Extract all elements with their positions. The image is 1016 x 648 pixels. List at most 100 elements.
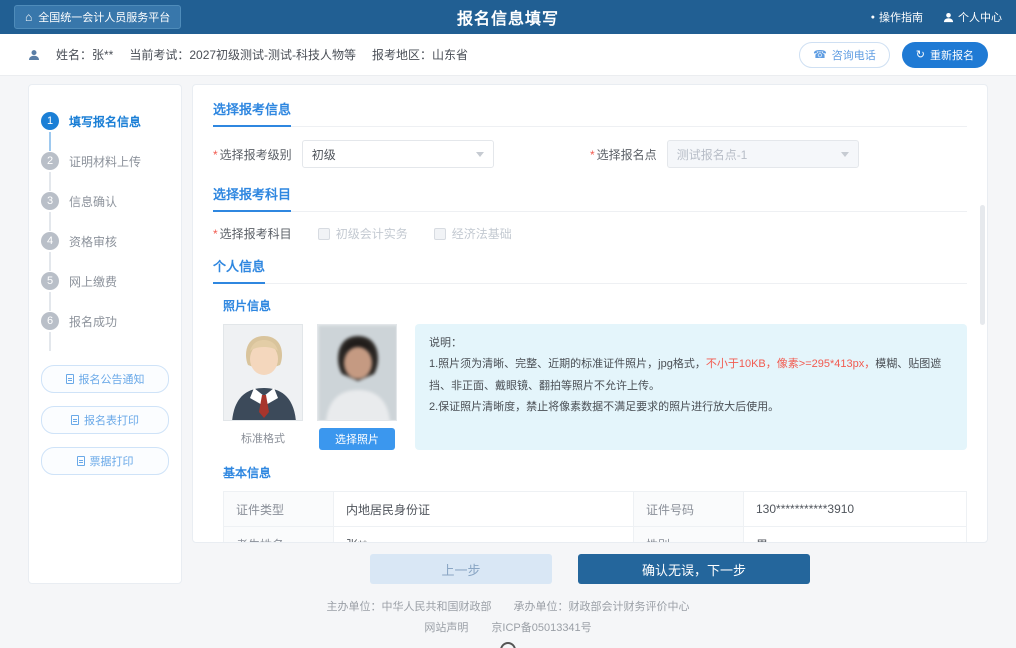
note-line-1: 1.照片须为清晰、完整、近期的标准证件照片，jpg格式，不小于10KB，像素>=… bbox=[429, 354, 953, 397]
personal-center-link[interactable]: 个人中心 bbox=[943, 9, 1002, 25]
steps-sidebar: 1 填写报名信息 2 证明材料上传 3 信息确认 4 资格审核 5 网上缴费 6… bbox=[28, 84, 182, 584]
uploaded-photo-preview bbox=[317, 324, 397, 421]
table-row: 证件类型 内地居民身份证 证件号码 130***********3910 bbox=[224, 492, 967, 527]
cell-value: 男 bbox=[744, 527, 967, 544]
step-number: 1 bbox=[41, 112, 59, 130]
basic-info-table: 证件类型 内地居民身份证 证件号码 130***********3910 考生姓… bbox=[223, 491, 967, 543]
exam-level-select[interactable]: 初级 bbox=[302, 140, 494, 168]
subject-option-1[interactable]: 初级会计实务 bbox=[318, 225, 408, 242]
content-area: 1 填写报名信息 2 证明材料上传 3 信息确认 4 资格审核 5 网上缴费 6… bbox=[0, 76, 1016, 584]
basic-info-subheader: 基本信息 bbox=[223, 464, 967, 481]
main-column: 选择报考信息 *选择报考级别 初级 *选择报名点 测试报名点-1 bbox=[192, 84, 988, 584]
sidebar-link-label: 报名公告通知 bbox=[79, 371, 145, 387]
registration-site-select[interactable]: 测试报名点-1 bbox=[667, 140, 859, 168]
standard-photo-caption: 标准格式 bbox=[223, 430, 303, 446]
photo-info-subheader: 照片信息 bbox=[223, 297, 967, 314]
step-label: 资格审核 bbox=[69, 233, 117, 250]
confirm-next-step-button[interactable]: 确认无误，下一步 bbox=[578, 554, 810, 584]
section-header-exam-info: 选择报考信息 bbox=[213, 99, 967, 127]
section-header-personal: 个人信息 bbox=[213, 256, 967, 284]
user-info-bar: 姓名：张** 当前考试：2027初级测试-测试-科技人物等 报考地区：山东省 ☎… bbox=[0, 34, 1016, 76]
sidebar-link-receipt-print[interactable]: 票据打印 bbox=[41, 447, 169, 475]
cell-value: 130***********3910 bbox=[744, 492, 967, 527]
person-icon bbox=[28, 49, 40, 61]
photo-requirements-note: 说明： 1.照片须为清晰、完整、近期的标准证件照片，jpg格式，不小于10KB，… bbox=[415, 324, 967, 450]
step-confirm-info[interactable]: 3 信息确认 bbox=[41, 181, 169, 221]
refresh-icon: ↻ bbox=[916, 48, 925, 61]
section-title: 个人信息 bbox=[213, 256, 265, 284]
step-number: 4 bbox=[41, 232, 59, 250]
standard-photo-example bbox=[223, 324, 303, 421]
step-number: 5 bbox=[41, 272, 59, 290]
chevron-down-icon bbox=[476, 152, 484, 157]
cell-label: 证件号码 bbox=[634, 492, 744, 527]
cell-value: 内地居民身份证 bbox=[334, 492, 634, 527]
section-header-subjects: 选择报考科目 bbox=[213, 184, 967, 212]
note-title: 说明： bbox=[429, 333, 953, 354]
document-icon bbox=[66, 374, 74, 384]
step-label: 信息确认 bbox=[69, 193, 117, 210]
registration-site-value: 测试报名点-1 bbox=[677, 146, 748, 163]
cell-value: 张** bbox=[334, 527, 634, 544]
required-mark: * bbox=[213, 148, 218, 162]
home-icon: ⌂ bbox=[25, 11, 32, 23]
re-register-label: 重新报名 bbox=[930, 47, 974, 63]
required-mark: * bbox=[590, 148, 595, 162]
exam-region: 报考地区：山东省 bbox=[372, 46, 468, 63]
previous-step-button[interactable]: 上一步 bbox=[370, 554, 552, 584]
cell-label: 考生姓名 bbox=[224, 527, 334, 544]
sidebar-link-label: 报名表打印 bbox=[84, 412, 139, 428]
checkbox-icon bbox=[318, 228, 330, 240]
operation-guide-link[interactable]: ● 操作指南 bbox=[871, 9, 923, 25]
step-online-payment[interactable]: 5 网上缴费 bbox=[41, 261, 169, 301]
exam-level-value: 初级 bbox=[312, 146, 336, 163]
phone-icon: ☎ bbox=[813, 48, 827, 61]
subject-option-label: 初级会计实务 bbox=[336, 225, 408, 242]
top-header-bar: 报名信息填写 ⌂ 全国统一会计人员服务平台 ● 操作指南 个人中心 bbox=[0, 0, 1016, 34]
chevron-down-icon bbox=[841, 152, 849, 157]
current-exam: 当前考试：2027初级测试-测试-科技人物等 bbox=[129, 46, 356, 63]
sidebar-link-form-print[interactable]: 报名表打印 bbox=[41, 406, 169, 434]
step-label: 报名成功 bbox=[69, 313, 117, 330]
platform-home-button[interactable]: ⌂ 全国统一会计人员服务平台 bbox=[14, 5, 181, 29]
sidebar-link-label: 票据打印 bbox=[90, 453, 134, 469]
required-mark: * bbox=[213, 227, 218, 241]
site-statement-link[interactable]: 网站声明 bbox=[424, 622, 468, 634]
registration-site-label: *选择报名点 bbox=[590, 146, 657, 163]
vertical-scrollbar[interactable] bbox=[980, 205, 985, 325]
step-upload-materials[interactable]: 2 证明材料上传 bbox=[41, 141, 169, 181]
step-register-success[interactable]: 6 报名成功 bbox=[41, 301, 169, 341]
sidebar-link-announcement[interactable]: 报名公告通知 bbox=[41, 365, 169, 393]
subject-option-2[interactable]: 经济法基础 bbox=[434, 225, 512, 242]
photo-block: 标准格式 选择照片 bbox=[223, 324, 967, 450]
page-footer: 主办单位：中华人民共和国财政部 承办单位：财政部会计财务评价中心 网站声明 京I… bbox=[0, 584, 1016, 648]
form-actions: 上一步 确认无误，下一步 bbox=[192, 543, 988, 584]
step-label: 填写报名信息 bbox=[69, 113, 141, 130]
consult-phone-button[interactable]: ☎ 咨询电话 bbox=[799, 42, 890, 68]
cell-label: 性别 bbox=[634, 527, 744, 544]
re-register-button[interactable]: ↻ 重新报名 bbox=[902, 42, 988, 68]
document-icon bbox=[71, 415, 79, 425]
user-name: 姓名：张** bbox=[56, 46, 113, 63]
table-row: 考生姓名 张** 性别 男 bbox=[224, 527, 967, 544]
step-fill-info[interactable]: 1 填写报名信息 bbox=[41, 101, 169, 141]
exam-level-label: *选择报考级别 bbox=[213, 146, 292, 163]
checkbox-icon bbox=[434, 228, 446, 240]
personal-center-label: 个人中心 bbox=[958, 9, 1002, 25]
registration-form-card: 选择报考信息 *选择报考级别 初级 *选择报名点 测试报名点-1 bbox=[192, 84, 988, 543]
user-icon bbox=[943, 12, 954, 23]
section-title: 选择报考科目 bbox=[213, 184, 291, 212]
note-line-2: 2.保证照片清晰度，禁止将像素数据不满足要求的照片进行放大后使用。 bbox=[429, 397, 953, 418]
choose-photo-button[interactable]: 选择照片 bbox=[319, 428, 395, 450]
step-label: 网上缴费 bbox=[69, 273, 117, 290]
operation-guide-label: 操作指南 bbox=[879, 9, 923, 25]
cell-label: 证件类型 bbox=[224, 492, 334, 527]
subject-option-label: 经济法基础 bbox=[452, 225, 512, 242]
step-number: 2 bbox=[41, 152, 59, 170]
step-qualification-review[interactable]: 4 资格审核 bbox=[41, 221, 169, 261]
subjects-label: *选择报考科目 bbox=[213, 225, 292, 242]
consult-phone-label: 咨询电话 bbox=[832, 47, 876, 63]
dot-icon: ● bbox=[871, 14, 875, 21]
footer-organizers: 主办单位：中华人民共和国财政部 承办单位：财政部会计财务评价中心 bbox=[0, 597, 1016, 618]
step-number: 6 bbox=[41, 312, 59, 330]
